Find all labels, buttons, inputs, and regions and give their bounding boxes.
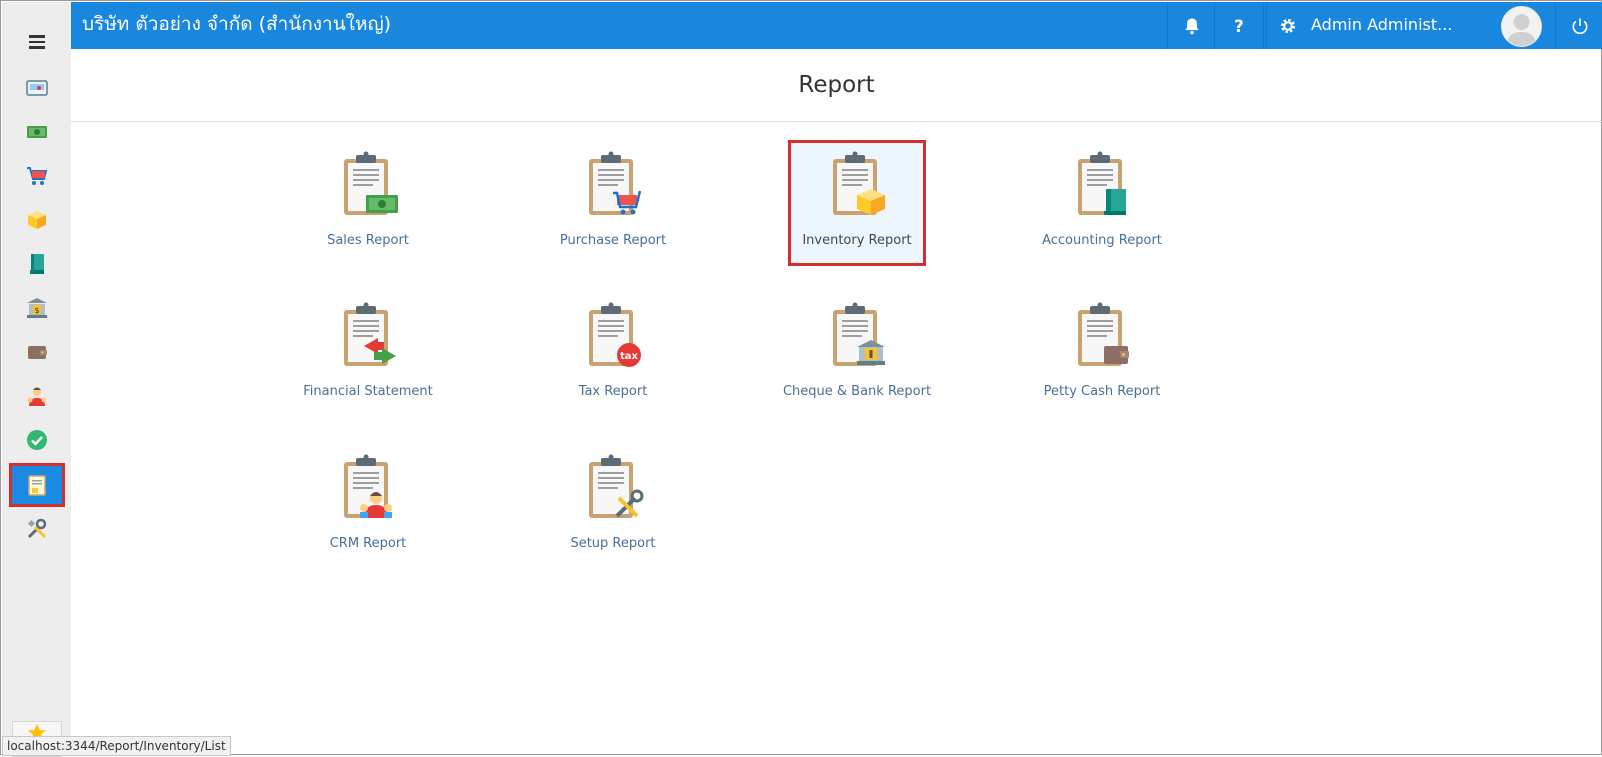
cart-icon: [27, 167, 48, 185]
dashboard-icon: [26, 80, 48, 96]
sidebar-item-accounting[interactable]: [11, 244, 63, 284]
page-title: Report: [71, 49, 1602, 122]
hamburger-menu-icon[interactable]: [24, 32, 50, 54]
user-name[interactable]: Admin Administ...: [1311, 2, 1452, 49]
avatar[interactable]: [1501, 6, 1542, 47]
svg-text:?: ?: [1234, 16, 1244, 35]
tax-report-tile[interactable]: tax Tax Report: [545, 292, 681, 416]
tax-report-icon: tax: [589, 302, 641, 367]
tax-badge-text: tax: [620, 351, 639, 362]
tile-label: Inventory Report: [802, 233, 912, 248]
tile-label: Financial Statement: [303, 384, 433, 399]
sidebar-item-cheque-bank[interactable]: $: [11, 288, 63, 328]
notifications-button[interactable]: [1167, 2, 1215, 49]
purchase-report-tile[interactable]: Purchase Report: [545, 141, 681, 265]
sidebar-item-dashboard[interactable]: [11, 68, 63, 108]
bank-icon: $: [27, 298, 47, 318]
help-button[interactable]: ?: [1214, 2, 1262, 49]
petty-cash-report-icon: [1078, 302, 1129, 366]
user-avatar-icon: [1507, 14, 1536, 46]
financial-statement-tile[interactable]: Financial Statement: [300, 292, 436, 416]
crm-report-icon: [344, 454, 392, 518]
app-window: $ บริษัท ตัวอย่าง จำกัด (สำนักงานใหญ่) ?: [0, 0, 1602, 757]
wallet-icon: [28, 346, 47, 359]
tile-label: Tax Report: [578, 384, 648, 399]
cheque-bank-report-tile[interactable]: Cheque & Bank Report: [783, 292, 931, 416]
sidebar-item-sales[interactable]: [11, 112, 63, 152]
accounting-report-icon: [1078, 151, 1126, 215]
tile-label: Cheque & Bank Report: [782, 384, 932, 399]
inventory-report-icon: [833, 151, 885, 215]
tools-icon: [27, 518, 47, 539]
sales-report-icon: [344, 151, 398, 215]
sidebar: $: [2, 2, 71, 757]
help-icon: ?: [1234, 16, 1244, 35]
divider: [1266, 2, 1267, 49]
people-icon: [27, 387, 47, 406]
petty-cash-report-tile[interactable]: Petty Cash Report: [1034, 292, 1170, 416]
box-icon: [28, 211, 46, 229]
power-icon: [1572, 18, 1587, 34]
setup-report-icon: [589, 454, 644, 518]
report-icon: [28, 475, 46, 496]
logout-button[interactable]: [1555, 2, 1602, 49]
financial-statement-icon: [344, 302, 396, 366]
top-bar: บริษัท ตัวอย่าง จำกัด (สำนักงานใหญ่) ? A…: [71, 2, 1602, 49]
setup-report-tile[interactable]: Setup Report: [545, 444, 681, 568]
tile-label: Accounting Report: [1042, 233, 1162, 248]
sidebar-item-setup[interactable]: [11, 509, 63, 549]
sidebar-item-report[interactable]: [9, 463, 65, 507]
check-icon: [27, 430, 47, 450]
inventory-report-tile[interactable]: Inventory Report: [788, 140, 926, 266]
tile-label: Sales Report: [327, 233, 409, 248]
gear-icon: [1280, 18, 1295, 33]
cheque-bank-report-icon: [833, 302, 885, 366]
tile-label: Petty Cash Report: [1043, 384, 1161, 399]
tile-label: Setup Report: [570, 536, 656, 551]
svg-text:$: $: [34, 306, 39, 315]
sidebar-item-purchase[interactable]: [11, 156, 63, 196]
sidebar-item-petty-cash[interactable]: [11, 332, 63, 372]
sidebar-item-approve[interactable]: [11, 420, 63, 460]
accounting-report-tile[interactable]: Accounting Report: [1034, 141, 1170, 265]
status-bar-url: localhost:3344/Report/Inventory/List: [2, 736, 231, 756]
settings-button[interactable]: [1263, 2, 1311, 49]
sales-report-tile[interactable]: Sales Report: [300, 141, 436, 265]
sidebar-item-crm[interactable]: [11, 376, 63, 416]
company-name[interactable]: บริษัท ตัวอย่าง จำกัด (สำนักงานใหญ่): [82, 2, 391, 49]
tile-label: Purchase Report: [559, 233, 667, 248]
purchase-report-icon: [589, 151, 642, 215]
book-icon: [30, 254, 44, 274]
money-icon: [27, 126, 47, 138]
sidebar-item-inventory[interactable]: [11, 200, 63, 240]
bell-icon: [1184, 18, 1199, 34]
tile-label: CRM Report: [329, 536, 407, 551]
crm-report-tile[interactable]: CRM Report: [300, 444, 436, 568]
